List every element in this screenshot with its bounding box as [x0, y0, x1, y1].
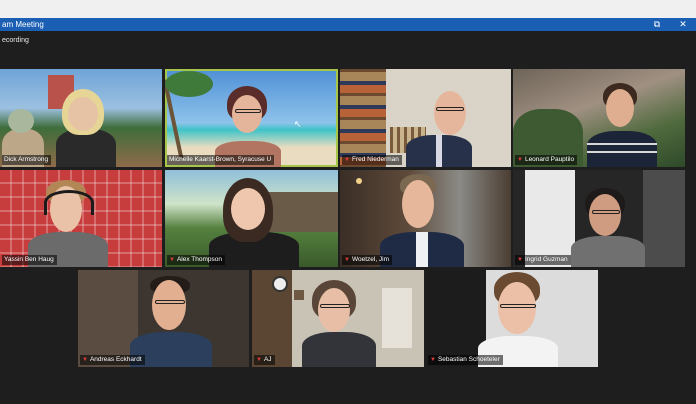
participant-name-label: ▼ Sebastian Schoeteler	[428, 355, 503, 365]
mic-muted-icon: ▼	[256, 357, 262, 363]
video-tile[interactable]: Dick Armstrong	[0, 69, 162, 167]
participant-name-label: ▼ Ingrid Guzman	[515, 255, 571, 265]
top-strip	[0, 0, 696, 18]
video-tile[interactable]: ▼ AJ	[252, 270, 424, 367]
video-tile-active-speaker[interactable]: ↖ Michelle Kaarst-Brown, Syracuse U	[165, 69, 338, 167]
video-tile[interactable]: ▼ Alex Thompson	[165, 170, 338, 267]
video-tile[interactable]: ▼ Leonard Pauptilo	[513, 69, 685, 167]
recording-indicator: ecording	[2, 37, 29, 44]
mic-muted-icon: ▼	[344, 257, 350, 263]
participant-name-label: ▼ AJ	[254, 355, 275, 365]
participant-name-label: ▼ Fred Niederman	[342, 155, 402, 165]
mic-muted-icon: ▼	[430, 357, 436, 363]
mic-muted-icon: ▼	[344, 157, 350, 163]
participant-name-label: Yassin Ben Haug	[2, 255, 57, 265]
participant-name-label: Dick Armstrong	[2, 155, 52, 165]
mic-muted-icon: ▼	[517, 157, 523, 163]
video-tile[interactable]: ▼ Sebastian Schoeteler	[426, 270, 598, 367]
mic-muted-icon: ▼	[517, 257, 523, 263]
mic-muted-icon: ▼	[82, 357, 88, 363]
participant-name-label: ▼ Andreas Eckhardt	[80, 355, 145, 365]
mic-muted-icon: ▼	[169, 257, 175, 263]
window-title: am Meeting	[2, 20, 44, 29]
restore-icon[interactable]: ⧉	[651, 18, 663, 31]
participant-name-label: ▼ Woetzel, Jim	[342, 255, 393, 265]
title-bar: am Meeting ⧉ ✕	[0, 18, 696, 31]
participant-name-label: ▼ Leonard Pauptilo	[515, 155, 578, 165]
video-tile[interactable]: ▼ Woetzel, Jim	[340, 170, 511, 267]
participant-name-label: ▼ Alex Thompson	[167, 255, 225, 265]
video-tile[interactable]: ▼ Andreas Eckhardt	[78, 270, 249, 367]
mouse-cursor-icon: ↖	[294, 119, 302, 129]
close-icon[interactable]: ✕	[677, 18, 689, 31]
video-tile[interactable]: Yassin Ben Haug	[0, 170, 162, 267]
video-tile[interactable]: ▼ Ingrid Guzman	[513, 170, 685, 267]
video-tile[interactable]: ▼ Fred Niederman	[340, 69, 511, 167]
participant-name-label: Michelle Kaarst-Brown, Syracuse U	[167, 155, 275, 165]
